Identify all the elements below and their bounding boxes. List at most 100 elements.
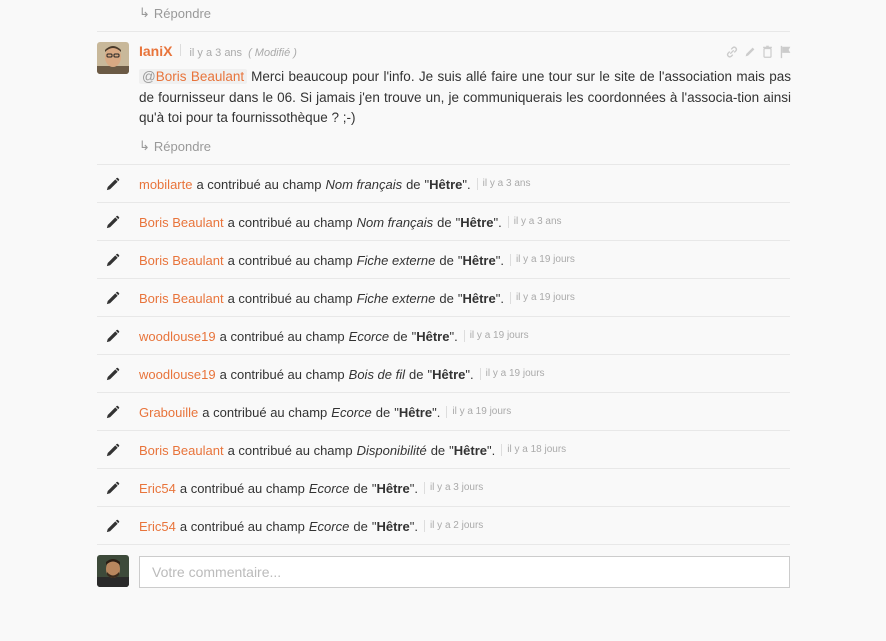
comment-author[interactable]: IaniX xyxy=(139,43,172,59)
activity-target[interactable]: Hêtre xyxy=(462,291,495,306)
reply-button-top[interactable]: ↳ Répondre xyxy=(139,5,211,21)
comment-header: IaniX il y a 3 ans ( Modifié ) xyxy=(139,43,297,59)
activity-field: Nom français xyxy=(325,176,403,192)
mention[interactable]: @Boris Beaulant xyxy=(139,69,248,84)
pencil-icon xyxy=(97,253,139,268)
activity-user[interactable]: Boris Beaulant xyxy=(139,253,224,268)
activity-field: Ecorce xyxy=(308,480,350,496)
activity-de: de xyxy=(439,252,454,268)
activity-target[interactable]: Hêtre xyxy=(462,253,495,268)
activity-user[interactable]: Eric54 xyxy=(139,519,176,534)
mention-name: Boris Beaulant xyxy=(155,69,245,84)
activity-verb: a contribué au champ xyxy=(179,518,305,534)
flag-icon[interactable] xyxy=(778,44,793,59)
activity-time: il y a 2 jours xyxy=(423,520,483,532)
activity-verb: a contribué au champ xyxy=(219,366,345,382)
activity-row: Boris Beaulant a contribué au champ Dispon… xyxy=(97,431,790,469)
comment-input[interactable] xyxy=(139,556,790,588)
separator xyxy=(180,44,182,56)
activity-row: Eric54 a contribué au champ Ecorce de " Hêtre… xyxy=(97,469,790,507)
activity-de: de xyxy=(409,366,424,382)
activity-row: Boris Beaulant a contribué au champ Nom fr… xyxy=(97,203,790,241)
trash-icon[interactable] xyxy=(760,44,775,59)
reply-arrow-icon: ↳ xyxy=(139,5,150,20)
activity-time: il y a 19 jours xyxy=(479,368,545,380)
comment-modified: ( Modifié ) xyxy=(248,47,297,59)
activity-de: de xyxy=(353,480,368,496)
activity-row: woodlouse19 a contribué au champ Ecorce de "… xyxy=(97,317,790,355)
divider xyxy=(97,544,790,545)
activity-time: il y a 19 jours xyxy=(463,330,529,342)
activity-de: de xyxy=(353,518,368,534)
activity-user[interactable]: Eric54 xyxy=(139,481,176,496)
activity-field: Ecorce xyxy=(308,518,350,534)
activity-user[interactable]: woodlouse19 xyxy=(139,367,216,382)
activity-de: de xyxy=(430,442,446,458)
pencil-icon xyxy=(97,519,139,534)
activity-target[interactable]: Hêtre xyxy=(432,367,465,382)
activity-time: il y a 18 jours xyxy=(501,444,566,456)
pencil-icon xyxy=(97,291,139,306)
quote-close: ". xyxy=(409,518,418,534)
pencil-icon xyxy=(97,443,139,458)
activity-row: Eric54 a contribué au champ Ecorce de " Hêtre… xyxy=(97,507,790,545)
activity-target[interactable]: Hêtre xyxy=(429,177,462,192)
pencil-icon xyxy=(97,177,139,192)
activity-field: Ecorce xyxy=(348,328,390,344)
activity-verb: a contribué au champ xyxy=(219,328,345,344)
quote-close: ". xyxy=(495,252,504,268)
activity-verb: a contribué au champ xyxy=(179,480,305,496)
activity-target[interactable]: Hêtre xyxy=(376,481,409,496)
quote-close: ". xyxy=(449,328,458,344)
activity-user[interactable]: Boris Beaulant xyxy=(139,215,224,230)
activity-field: Disponibilité xyxy=(356,442,427,458)
divider xyxy=(97,31,790,32)
activity-de: de xyxy=(439,290,454,306)
activity-time: il y a 3 jours xyxy=(423,482,483,494)
pencil-icon xyxy=(97,405,139,420)
activity-user[interactable]: woodlouse19 xyxy=(139,329,216,344)
activity-target[interactable]: Hêtre xyxy=(460,215,493,230)
activity-field: Bois de fil xyxy=(348,366,406,382)
activity-target[interactable]: Hêtre xyxy=(416,329,449,344)
current-user-avatar[interactable] xyxy=(97,555,129,587)
activity-time: il y a 3 ans xyxy=(476,178,530,190)
activity-time: il y a 19 jours xyxy=(509,292,575,304)
activity-verb: a contribué au champ xyxy=(227,290,353,306)
activity-time: il y a 19 jours xyxy=(509,254,575,266)
reply-button[interactable]: ↳ Répondre xyxy=(139,138,211,154)
pencil-icon xyxy=(97,481,139,496)
activity-de: de xyxy=(437,214,452,230)
quote-close: ". xyxy=(495,290,504,306)
activity-row: woodlouse19 a contribué au champ Bois de f… xyxy=(97,355,790,393)
activity-de: de xyxy=(375,404,391,420)
activity-row: Boris Beaulant a contribué au champ Fiche … xyxy=(97,241,790,279)
activity-row: Grabouille a contribué au champ Ecorce de " H… xyxy=(97,393,790,431)
activity-row: Boris Beaulant a contribué au champ Fiche … xyxy=(97,279,790,317)
activity-field: Fiche externe xyxy=(356,252,436,268)
activity-user[interactable]: Boris Beaulant xyxy=(139,291,224,306)
comment-body: @Boris Beaulant Merci beaucoup pour l'inf… xyxy=(139,67,791,129)
link-icon[interactable] xyxy=(724,44,739,59)
quote-close: ". xyxy=(462,176,471,192)
activity-target[interactable]: Hêtre xyxy=(454,443,487,458)
quote-close: ". xyxy=(465,366,474,382)
activity-target[interactable]: Hêtre xyxy=(399,405,432,420)
activity-time: il y a 3 ans xyxy=(507,216,562,228)
activity-user[interactable]: Boris Beaulant xyxy=(139,443,224,458)
quote-close: ". xyxy=(432,404,441,420)
quote-close: ". xyxy=(493,214,502,230)
activity-verb: a contribué au champ xyxy=(227,252,353,268)
activity-verb: a contribué au champ xyxy=(196,176,322,192)
activity-verb: a contribué au champ xyxy=(202,404,328,420)
comment-actions xyxy=(724,44,793,59)
activity-field: Nom français xyxy=(356,214,434,230)
pencil-icon[interactable] xyxy=(742,44,757,59)
activity-verb: a contribué au champ xyxy=(227,214,353,230)
activity-target[interactable]: Hêtre xyxy=(376,519,409,534)
activity-user[interactable]: Grabouille xyxy=(139,405,198,420)
activity-user[interactable]: mobilarte xyxy=(139,177,192,192)
quote-close: ". xyxy=(409,480,418,496)
activity-de: de xyxy=(406,176,421,192)
avatar[interactable] xyxy=(97,42,129,74)
